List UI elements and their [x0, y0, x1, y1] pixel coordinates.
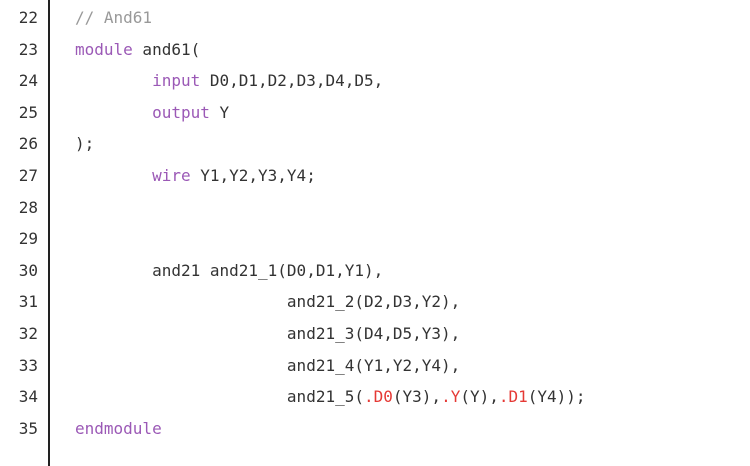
code-token: Y — [209, 102, 230, 122]
code-line: 23 module and61( — [0, 36, 750, 63]
code-text: and21_5(.D0(Y3),.Y(Y),.D1(Y4)); — [75, 383, 586, 410]
code-token: and21_3(D4,D5,Y3), — [75, 324, 461, 343]
line-number: 35 — [18, 418, 38, 438]
code-token: module — [75, 39, 133, 59]
code-line: 29 — [0, 225, 750, 252]
code-line: 30 and21 and21_1(D0,D1,Y1), — [0, 257, 750, 284]
line-number: 25 — [18, 102, 38, 122]
code-line: 26); — [0, 130, 750, 157]
code-line: 34 and21_5(.D0(Y3),.Y(Y),.D1(Y4)); — [0, 383, 750, 410]
code-text: // And61 — [75, 4, 152, 31]
code-text: endmodule — [75, 415, 162, 442]
code-text: module and61( — [75, 36, 200, 63]
code-text: and21 and21_1(D0,D1,Y1), — [75, 257, 383, 284]
code-token: and21_5( — [75, 387, 364, 407]
code-text: output Y — [75, 99, 229, 126]
code-token: input — [152, 71, 201, 91]
code-line: 25 output Y — [0, 99, 750, 126]
code-line: 28 — [0, 194, 750, 221]
code-token: (Y3), — [392, 387, 442, 407]
line-number: 27 — [18, 166, 38, 185]
code-text: ); — [75, 130, 94, 157]
code-token: and21 and21_1(D0,D1,Y1), — [75, 260, 384, 280]
line-number: 31 — [18, 292, 38, 312]
code-text: input D0,D1,D2,D3,D4,D5, — [75, 67, 383, 94]
code-token: ); — [75, 134, 95, 154]
code-token: Y1,Y2,Y3,Y4; — [190, 166, 316, 185]
line-number: 34 — [18, 387, 38, 407]
code-token: (Y), — [460, 387, 499, 407]
code-line: 32 and21_3(D4,D5,Y3), — [0, 320, 750, 347]
code-token: wire — [152, 166, 191, 185]
code-text: and21_2(D2,D3,Y2), — [75, 288, 460, 315]
code-token: // And61 — [75, 8, 153, 27]
line-number: 28 — [18, 197, 38, 217]
line-number: 22 — [18, 8, 38, 27]
code-token: .D1 — [498, 387, 528, 407]
code-token: endmodule — [75, 418, 162, 438]
code-line: 24 input D0,D1,D2,D3,D4,D5, — [0, 67, 750, 94]
code-token: .D0 — [363, 387, 393, 407]
line-number: 23 — [18, 39, 38, 59]
line-number: 32 — [18, 324, 38, 343]
line-number: 26 — [18, 134, 38, 154]
code-token: (Y4)); — [527, 387, 586, 407]
line-number: 29 — [18, 229, 38, 249]
code-token: output — [152, 102, 210, 122]
code-line: 22 // And61 — [0, 4, 750, 31]
code-token: .Y — [441, 387, 461, 407]
line-number: 30 — [18, 260, 38, 280]
code-line: 35 endmodule — [0, 415, 750, 442]
code-token: and61( — [132, 39, 201, 59]
code-line: 27 wire Y1,Y2,Y3,Y4; — [0, 162, 750, 189]
code-text: wire Y1,Y2,Y3,Y4; — [75, 162, 316, 189]
code-text: and21_3(D4,D5,Y3), — [75, 320, 460, 347]
code-token: D0,D1,D2,D3,D4,D5, — [200, 71, 384, 91]
code-text: and21_4(Y1,Y2,Y4), — [75, 352, 460, 379]
line-number: 24 — [18, 71, 38, 91]
line-number: 33 — [18, 355, 38, 375]
code-editor[interactable]: 22 // And61 23 module and61( 24 input D0,D1,… — [0, 0, 750, 466]
code-line: 31 and21_2(D2,D3,Y2), — [0, 288, 750, 315]
code-token: and21_4(Y1,Y2,Y4), — [75, 355, 461, 375]
code-line: 33 and21_4(Y1,Y2,Y4), — [0, 352, 750, 379]
code-token: and21_2(D2,D3,Y2), — [75, 292, 461, 312]
